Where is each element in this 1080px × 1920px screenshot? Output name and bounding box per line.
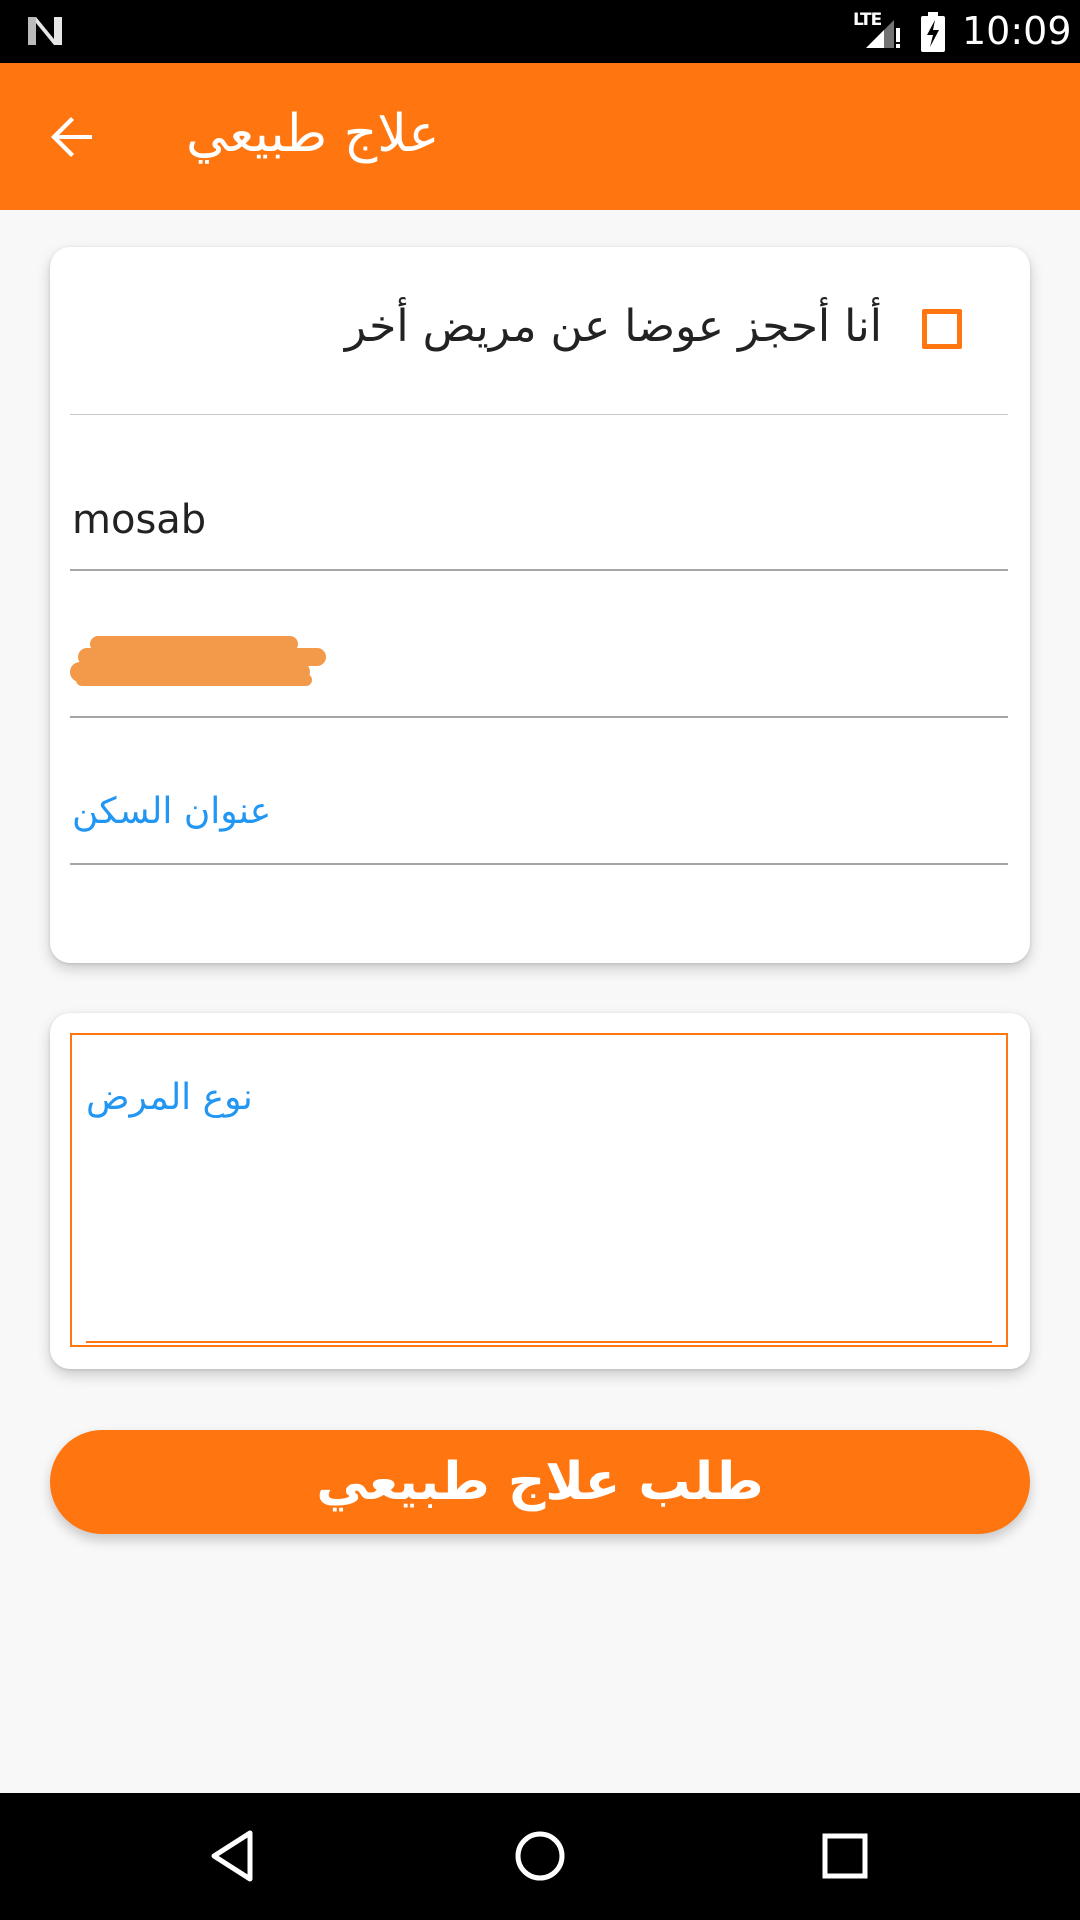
address-field[interactable]: عنوان السكن <box>70 761 1008 865</box>
disease-type-textarea[interactable]: نوع المرض <box>70 1033 1008 1347</box>
textarea-underline <box>86 1341 992 1343</box>
nav-bar <box>0 1793 1080 1920</box>
notification-n-icon <box>28 17 62 45</box>
redacted-scribble <box>70 636 326 686</box>
status-bar: LTE 10:09 <box>0 0 1080 63</box>
book-for-other-checkbox[interactable] <box>922 309 962 349</box>
battery-charging-icon <box>921 12 945 52</box>
name-value: mosab <box>72 497 207 543</box>
page-title: علاج طبيعي <box>186 104 440 164</box>
patient-info-card: أنا أحجز عوضا عن مريض أخر mosab عنوان ال… <box>50 247 1030 963</box>
arrow-back-icon[interactable] <box>44 109 100 165</box>
lte-signal-icon <box>866 20 900 48</box>
name-field[interactable]: mosab <box>70 467 1008 571</box>
book-for-other-label: أنا أحجز عوضا عن مريض أخر <box>344 301 882 352</box>
nav-home-icon[interactable] <box>505 1821 575 1891</box>
submit-label: طلب علاج طبيعي <box>316 1452 764 1512</box>
status-time: 10:09 <box>962 9 1072 53</box>
app-bar: علاج طبيعي <box>0 63 1080 210</box>
nav-back-icon[interactable] <box>200 1821 270 1891</box>
disease-type-card: نوع المرض <box>50 1013 1030 1369</box>
nav-recents-icon[interactable] <box>810 1821 880 1891</box>
book-for-other-row[interactable]: أنا أحجز عوضا عن مريض أخر <box>70 247 1008 415</box>
submit-button[interactable]: طلب علاج طبيعي <box>50 1430 1030 1534</box>
disease-type-placeholder: نوع المرض <box>86 1077 253 1118</box>
phone-field[interactable] <box>70 614 1008 718</box>
address-placeholder: عنوان السكن <box>72 791 272 832</box>
